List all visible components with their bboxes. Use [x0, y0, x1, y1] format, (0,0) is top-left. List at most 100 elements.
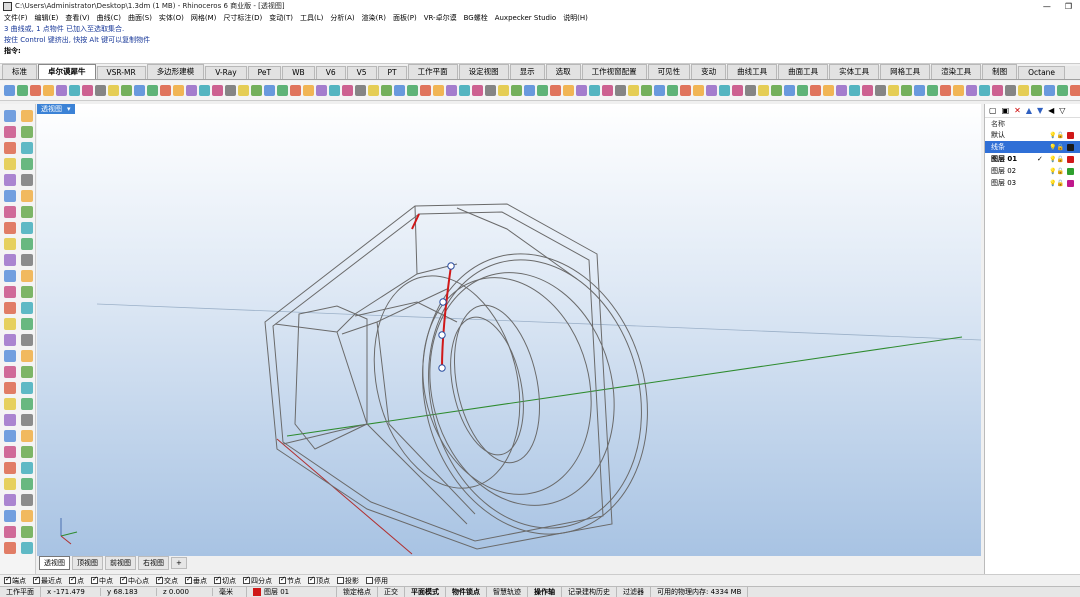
- tool-icon[interactable]: [21, 158, 33, 170]
- tool-icon[interactable]: [21, 350, 33, 362]
- tool-icon[interactable]: [21, 382, 33, 394]
- layer-row[interactable]: 线条 💡 🔓: [985, 141, 1080, 153]
- minimize-button[interactable]: —: [1043, 2, 1051, 11]
- lightbulb-icon[interactable]: 💡: [1049, 132, 1056, 139]
- menu-item[interactable]: BG螺栓: [464, 13, 488, 23]
- tool-icon[interactable]: [21, 126, 33, 138]
- tool-icon[interactable]: [21, 430, 33, 442]
- toolbar-tool-icon[interactable]: [758, 85, 769, 96]
- tab-item[interactable]: 工作平面: [407, 64, 458, 79]
- layer-color-swatch[interactable]: [1066, 131, 1074, 139]
- osnap-12[interactable]: 停用: [366, 576, 388, 586]
- tool-icon[interactable]: [4, 206, 16, 218]
- osnap-0[interactable]: 端点: [4, 575, 26, 586]
- tool-icon[interactable]: [4, 334, 16, 346]
- toolbar-tool-icon[interactable]: [979, 85, 990, 96]
- toolbar-tool-icon[interactable]: [719, 85, 730, 96]
- move-left-icon[interactable]: ◀: [1048, 106, 1054, 115]
- menu-item[interactable]: 分析(A): [330, 13, 354, 23]
- toolbar-tool-icon[interactable]: [459, 85, 470, 96]
- toolbar-tool-icon[interactable]: [810, 85, 821, 96]
- osnap-4[interactable]: 中心点: [120, 575, 149, 586]
- toolbar-tool-icon[interactable]: [1057, 85, 1068, 96]
- menu-item[interactable]: 曲面(S): [128, 13, 152, 23]
- tab-item[interactable]: 网格工具: [880, 64, 931, 79]
- tab-item[interactable]: 曲线工具: [727, 64, 778, 79]
- toolbar-tool-icon[interactable]: [472, 85, 483, 96]
- menu-item[interactable]: 变动(T): [269, 13, 293, 23]
- tab-item[interactable]: PT: [377, 66, 407, 79]
- menu-item[interactable]: 渲染(R): [362, 13, 386, 23]
- tool-icon[interactable]: [4, 366, 16, 378]
- menu-item[interactable]: 编辑(E): [35, 13, 59, 23]
- toolbar-tool-icon[interactable]: [966, 85, 977, 96]
- tab-item[interactable]: V5: [346, 66, 377, 79]
- tool-icon[interactable]: [21, 446, 33, 458]
- tool-icon[interactable]: [4, 510, 16, 522]
- tab-item[interactable]: VSR-MR: [96, 66, 146, 79]
- toolbar-tool-icon[interactable]: [862, 85, 873, 96]
- checkbox[interactable]: [279, 575, 286, 584]
- toolbar-tool-icon[interactable]: [849, 85, 860, 96]
- toolbar-tool-icon[interactable]: [498, 85, 509, 96]
- toolbar-tool-icon[interactable]: [524, 85, 535, 96]
- layer-row[interactable]: 图层 03 💡 🔓: [985, 177, 1080, 189]
- lightbulb-icon[interactable]: 💡: [1049, 156, 1056, 163]
- osnap-9[interactable]: 节点: [279, 575, 301, 586]
- tool-icon[interactable]: [21, 110, 33, 122]
- status-toggle-button[interactable]: 平面模式: [405, 587, 446, 597]
- menu-item[interactable]: 尺寸标注(D): [223, 13, 262, 23]
- toolbar-tool-icon[interactable]: [797, 85, 808, 96]
- layer-color-swatch[interactable]: [1066, 179, 1074, 187]
- toolbar-tool-icon[interactable]: [1070, 85, 1080, 96]
- toolbar-tool-icon[interactable]: [875, 85, 886, 96]
- toolbar-tool-icon[interactable]: [277, 85, 288, 96]
- checkbox[interactable]: [120, 575, 127, 584]
- tool-icon[interactable]: [4, 270, 16, 282]
- toolbar-tool-icon[interactable]: [1044, 85, 1055, 96]
- toolbar-tool-icon[interactable]: [888, 85, 899, 96]
- new-layer-icon[interactable]: ▢: [989, 106, 997, 115]
- toolbar-tool-icon[interactable]: [381, 85, 392, 96]
- toolbar-tool-icon[interactable]: [823, 85, 834, 96]
- toolbar-tool-icon[interactable]: [225, 85, 236, 96]
- toolbar-tool-icon[interactable]: [290, 85, 301, 96]
- toolbar-tool-icon[interactable]: [30, 85, 41, 96]
- toolbar-tool-icon[interactable]: [485, 85, 496, 96]
- tab-item[interactable]: 标准: [2, 64, 37, 79]
- tool-icon[interactable]: [21, 478, 33, 490]
- status-toggle-button[interactable]: 操作轴: [528, 587, 562, 597]
- menu-item[interactable]: 网格(M): [191, 13, 217, 23]
- tab-item[interactable]: WB: [282, 66, 315, 79]
- menu-item[interactable]: 说明(H): [563, 13, 588, 23]
- status-toggle-button[interactable]: 记录建构历史: [562, 587, 617, 597]
- tool-icon[interactable]: [4, 462, 16, 474]
- toolbar-tool-icon[interactable]: [147, 85, 158, 96]
- toolbar-tool-icon[interactable]: [550, 85, 561, 96]
- restore-button[interactable]: ❐: [1065, 2, 1072, 11]
- tab-item[interactable]: V6: [315, 66, 346, 79]
- toolbar-tool-icon[interactable]: [1018, 85, 1029, 96]
- toolbar-tool-icon[interactable]: [771, 85, 782, 96]
- toolbar-tool-icon[interactable]: [732, 85, 743, 96]
- status-toggle-button[interactable]: 物件锁点: [446, 587, 487, 597]
- tool-icon[interactable]: [4, 302, 16, 314]
- tool-icon[interactable]: [4, 430, 16, 442]
- toolbar-tool-icon[interactable]: [628, 85, 639, 96]
- toolbar-tool-icon[interactable]: [784, 85, 795, 96]
- menu-item[interactable]: 文件(F): [4, 13, 28, 23]
- layer-color-swatch[interactable]: [1066, 167, 1074, 175]
- tab-item[interactable]: 卓尔谟犀牛: [38, 64, 96, 79]
- menu-item[interactable]: VR-卓尔谟: [424, 13, 457, 23]
- tool-icon[interactable]: [4, 382, 16, 394]
- tool-icon[interactable]: [4, 126, 16, 138]
- toolbar-tool-icon[interactable]: [238, 85, 249, 96]
- lock-icon[interactable]: 🔓: [1056, 180, 1063, 187]
- toolbar-tool-icon[interactable]: [420, 85, 431, 96]
- toolbar-tool-icon[interactable]: [927, 85, 938, 96]
- command-input[interactable]: [25, 47, 325, 56]
- layer-row[interactable]: 默认 💡 🔓: [985, 129, 1080, 141]
- toolbar-tool-icon[interactable]: [446, 85, 457, 96]
- viewport-tab[interactable]: 透视图: [39, 556, 70, 570]
- tool-icon[interactable]: [21, 526, 33, 538]
